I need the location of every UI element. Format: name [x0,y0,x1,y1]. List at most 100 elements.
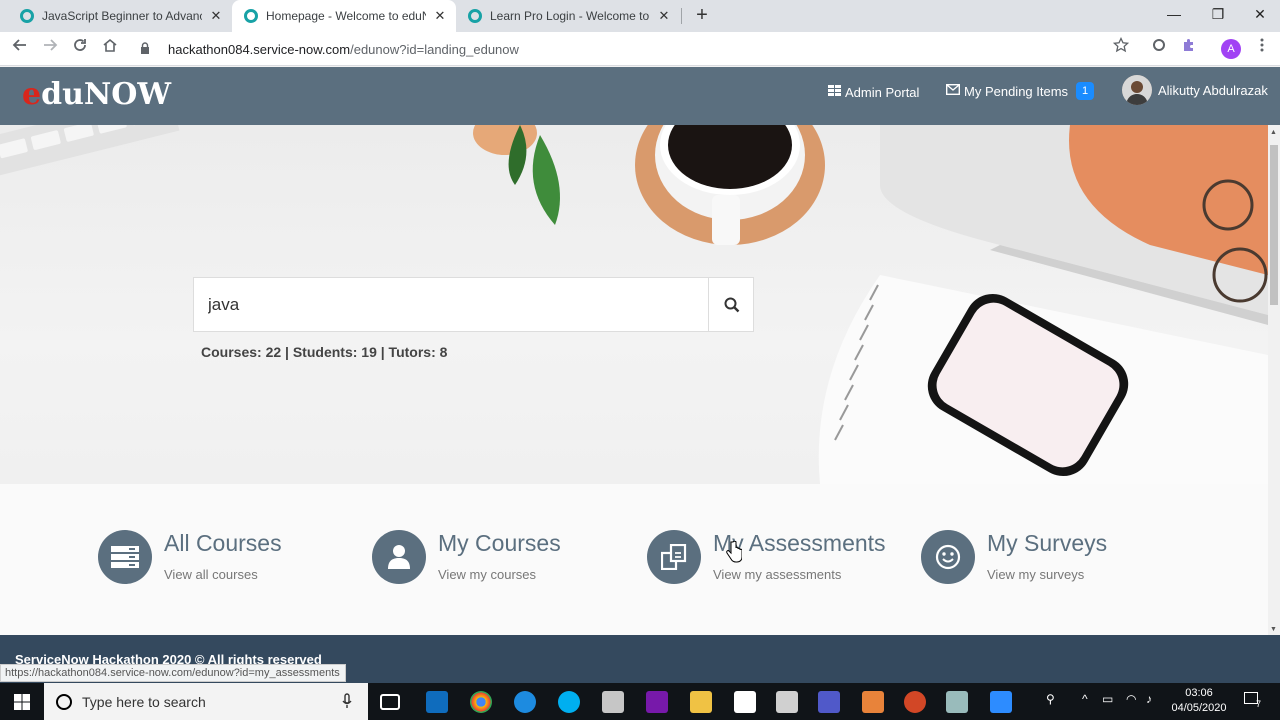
show-hidden-icons-icon[interactable]: ^ [1082,692,1088,706]
user-menu[interactable]: Alikutty Abdulrazak [1122,75,1268,105]
notification-count: 7 [1256,699,1262,709]
course-search-box [193,277,754,332]
forward-button[interactable] [38,37,62,61]
user-name: Alikutty Abdulrazak [1158,82,1268,98]
maximize-button[interactable]: ❐ [1196,0,1240,30]
microphone-icon[interactable] [342,693,352,709]
volume-icon[interactable]: ♪ [1146,692,1152,706]
close-tab-icon[interactable]: ✕ [208,8,224,24]
forward-arrow-icon [44,39,58,51]
site-logo[interactable]: eduNOW [22,77,171,112]
site-favicon-icon [244,9,258,23]
url-text: hackathon084.service-now.com/edunow?id=l… [168,42,519,57]
close-tab-icon[interactable]: ✕ [432,8,448,24]
url-host: hackathon084.service-now.com [168,41,351,57]
tab-learn-pro-login[interactable]: Learn Pro Login - Welcome to eduNow ✕ [456,0,680,32]
logo-e: e [22,77,42,112]
browser-tab-strip: JavaScript Beginner to Advanced ✕ Homepa… [0,0,1280,32]
site-stats: Courses: 22 | Students: 19 | Tutors: 8 [201,344,448,360]
onenote-icon[interactable] [646,691,668,713]
url-path: /edunow?id=landing_edunow [350,41,519,57]
table-icon [828,85,841,99]
tab-title: Learn Pro Login - Welcome to eduNow [490,9,650,23]
my-assessments-card[interactable]: My Assessments View my assessments [647,530,886,584]
all-courses-card[interactable]: All Courses View all courses [98,530,282,584]
scrollbar-thumb[interactable] [1270,145,1278,305]
wifi-icon[interactable]: ◠ [1126,692,1136,706]
paint-icon[interactable] [602,691,624,713]
file-explorer-icon[interactable] [690,691,712,713]
task-view-icon[interactable] [380,694,400,710]
tab-title: JavaScript Beginner to Advanced [42,9,202,23]
my-courses-card[interactable]: My Courses View my courses [372,530,561,584]
site-favicon-icon [468,9,482,23]
home-button[interactable] [98,37,122,61]
card-subtitle: View my courses [438,567,537,582]
logo-text: duNOW [41,77,172,112]
windows-taskbar: Type here to search ⚲ ^ ▭ ◠ ♪ 03:06 04/0… [0,683,1280,720]
edge-icon[interactable] [514,691,536,713]
tab-javascript-course[interactable]: JavaScript Beginner to Advanced ✕ [8,0,232,32]
site-favicon-icon [20,9,34,23]
system-clock[interactable]: 03:06 04/05/2020 [1166,686,1232,716]
people-icon[interactable]: ⚲ [1046,692,1055,706]
chrome-icon[interactable] [470,691,492,713]
user-avatar [1122,75,1152,105]
card-subtitle: View my surveys [987,567,1085,582]
card-title: All Courses [164,530,282,556]
minimize-button[interactable]: — [1152,0,1196,30]
back-arrow-icon [12,39,26,51]
bookmark-star-button[interactable] [1109,36,1133,61]
outlook-icon[interactable] [426,691,448,713]
extensions-puzzle-button[interactable] [1177,37,1201,61]
card-title: My Courses [438,530,561,556]
search-button[interactable] [708,278,754,331]
more-vertical-icon [1260,38,1264,52]
address-bar[interactable]: hackathon084.service-now.com/edunow?id=l… [132,35,1142,63]
tab-homepage[interactable]: Homepage - Welcome to eduNow ✕ [232,0,456,32]
search-input[interactable] [194,278,708,331]
powerpoint-icon[interactable] [904,691,926,713]
puzzle-icon [1184,39,1193,51]
taskbar-search-box[interactable]: Type here to search [44,683,368,720]
my-surveys-card[interactable]: My Surveys View my surveys [921,530,1107,584]
user-icon [372,530,426,584]
extension-button[interactable] [1147,37,1171,61]
admin-portal-link[interactable]: Admin Portal [828,82,919,102]
page-scrollbar[interactable]: ▲ ▼ [1268,125,1280,635]
tab-title: Homepage - Welcome to eduNow [266,9,426,23]
hand-cursor-icon [726,541,742,563]
site-header: eduNOW Admin Portal My Pending Items 1 A… [0,67,1280,125]
close-tab-icon[interactable]: ✕ [656,8,672,24]
pending-items-link[interactable]: My Pending Items 1 [945,81,1095,101]
close-window-button[interactable]: ✕ [1238,0,1280,30]
teams-icon[interactable] [818,691,840,713]
skype-icon[interactable] [558,691,580,713]
card-title: My Surveys [987,530,1108,556]
snipping-tool-icon[interactable] [946,691,968,713]
envelope-icon [945,83,961,98]
clock-time: 03:06 [1185,687,1213,699]
card-subtitle: View all courses [164,567,258,582]
browser-menu-button[interactable] [1250,37,1274,61]
back-button[interactable] [8,37,32,61]
battery-icon[interactable]: ▭ [1102,692,1113,706]
sticky-notes-icon[interactable] [734,691,756,713]
windows-start-icon[interactable] [14,694,30,710]
calculator-icon[interactable] [776,691,798,713]
link-status-bar: https://hackathon084.service-now.com/edu… [0,664,346,682]
presentation-app-icon[interactable] [862,691,884,713]
home-icon [103,38,117,52]
scroll-down-icon[interactable]: ▼ [1270,626,1277,633]
hero-banner: Courses: 22 | Students: 19 | Tutors: 8 [0,125,1268,484]
new-tab-button[interactable]: + [692,4,712,28]
smiley-icon [921,530,975,584]
zoom-icon[interactable] [990,691,1012,713]
profile-avatar[interactable]: A [1221,39,1241,59]
pending-items-label: My Pending Items [964,83,1069,99]
extension-circle-icon [1153,39,1165,51]
scroll-up-icon[interactable]: ▲ [1270,129,1277,136]
list-icon [98,530,152,584]
reload-button[interactable] [68,37,92,61]
notification-center-icon[interactable]: 7 [1244,692,1262,709]
